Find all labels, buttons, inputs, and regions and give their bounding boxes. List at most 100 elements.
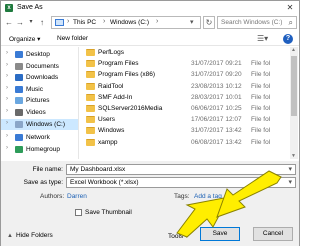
sidebar-item-label: Videos xyxy=(26,109,46,116)
network-icon xyxy=(15,134,23,142)
organize-button[interactable]: Organize ▾ xyxy=(9,35,40,43)
file-list-scrollbar[interactable]: ▲ ▼ xyxy=(290,47,298,159)
file-row[interactable]: Program Files 31/07/2017 09:21 File fol xyxy=(81,58,289,69)
forward-icon[interactable]: → xyxy=(15,17,25,28)
folder-icon xyxy=(86,71,95,79)
file-row[interactable]: Users 17/06/2017 12:07 File fol xyxy=(81,114,289,125)
authors-label: Authors: xyxy=(40,193,65,200)
file-row[interactable]: Program Files (x86) 31/07/2017 09:20 File … xyxy=(81,69,289,80)
help-icon[interactable]: ? xyxy=(283,34,293,44)
refresh-icon[interactable]: ↻ xyxy=(203,16,215,29)
save-type-label: Save as type: xyxy=(23,179,63,186)
pictures-icon xyxy=(15,97,23,105)
sidebar-item-label: Pictures xyxy=(26,97,50,105)
file-date: 06/06/2017 10:25 xyxy=(191,105,242,112)
sidebar-item-label: Desktop xyxy=(26,51,50,58)
file-name: RaidTool xyxy=(98,82,124,90)
file-name: Program Files (x86) xyxy=(98,71,156,79)
documents-icon xyxy=(15,62,23,70)
chevron-right-icon[interactable]: › xyxy=(6,96,8,102)
view-options-icon[interactable]: ☰▾ xyxy=(257,34,268,43)
authors-value[interactable]: Darren xyxy=(67,193,87,200)
save-type-value: Excel Workbook (*.xlsx) xyxy=(70,179,139,186)
sidebar-item[interactable]: › Homegroup xyxy=(1,144,78,155)
chevron-right-icon[interactable]: › xyxy=(6,108,8,114)
new-folder-button[interactable]: New folder xyxy=(57,35,88,42)
up-icon[interactable]: ↑ xyxy=(37,17,47,28)
this-pc-icon xyxy=(55,19,64,26)
file-name: Program Files xyxy=(98,60,139,68)
navigation-pane: › Desktop › Documents › Downloads › Music › Pictu… xyxy=(1,47,79,159)
save-form: File name: My Dashboard.xlsx ▾ Save as t… xyxy=(1,161,299,246)
save-type-select[interactable]: Excel Workbook (*.xlsx) ▾ xyxy=(66,177,296,188)
sidebar-item[interactable]: › Downloads xyxy=(1,72,78,83)
breadcrumb-this-pc[interactable]: This PC xyxy=(73,19,96,26)
file-date: 06/08/2017 13:42 xyxy=(191,138,242,146)
back-icon[interactable]: ← xyxy=(4,17,14,28)
music-icon xyxy=(15,85,23,93)
excel-icon: x xyxy=(5,4,13,12)
sidebar-item[interactable]: › Network xyxy=(1,132,78,143)
file-name-value: My Dashboard.xlsx xyxy=(70,166,126,173)
save-as-dialog: x Save As ✕ ← → ▾ ↑ › This PC › Windows … xyxy=(0,0,300,246)
sidebar-item[interactable]: › Documents xyxy=(1,61,78,72)
close-icon[interactable]: ✕ xyxy=(285,2,295,13)
homegroup-icon xyxy=(15,145,23,153)
file-row[interactable]: PerfLogs xyxy=(81,47,289,58)
file-name-field[interactable]: My Dashboard.xlsx ▾ xyxy=(66,164,296,175)
breadcrumb-separator-icon: › xyxy=(156,18,159,25)
search-input[interactable]: Search Windows (C:) ⌕ xyxy=(217,16,297,29)
folder-icon xyxy=(86,116,95,124)
folder-icon xyxy=(86,93,95,101)
sidebar-item[interactable]: › Windows (C:) xyxy=(1,118,78,130)
file-type: File fol xyxy=(251,82,271,90)
chevron-right-icon[interactable]: › xyxy=(6,62,8,68)
file-row[interactable]: SQLServer2016Media 06/06/2017 10:25 File f… xyxy=(81,103,289,114)
file-row[interactable]: xampp 06/08/2017 13:42 File fol xyxy=(81,137,289,148)
sidebar-item[interactable]: › Music xyxy=(1,84,78,95)
sidebar-item-label: Network xyxy=(26,134,50,142)
file-row[interactable]: RaidTool 23/08/2013 10:12 File fol xyxy=(81,81,289,92)
save-thumbnail-checkbox[interactable] xyxy=(75,209,82,216)
dialog-title: Save As xyxy=(17,4,43,11)
tools-button[interactable]: Tools ▾ xyxy=(168,232,188,240)
address-dropdown-icon[interactable]: ▾ xyxy=(190,18,194,26)
drive-icon xyxy=(15,120,23,128)
address-bar[interactable]: › This PC › Windows (C:) › ▾ xyxy=(51,16,201,29)
chevron-right-icon[interactable]: › xyxy=(6,145,8,151)
scroll-up-icon[interactable]: ▲ xyxy=(291,47,296,53)
sidebar-item[interactable]: › Pictures xyxy=(1,95,78,106)
desktop-icon xyxy=(15,51,23,58)
cancel-button[interactable]: Cancel xyxy=(253,227,293,241)
file-name: Users xyxy=(98,116,115,124)
recent-locations-icon[interactable]: ▾ xyxy=(26,17,36,28)
sidebar-item-label: Homegroup xyxy=(26,145,60,153)
folder-icon xyxy=(86,82,95,90)
file-date: 31/07/2017 13:42 xyxy=(191,127,242,135)
scrollbar-thumb[interactable] xyxy=(291,56,297,116)
add-tag-link[interactable]: Add a tag xyxy=(194,193,222,200)
save-thumbnail-label[interactable]: Save Thumbnail xyxy=(85,209,132,216)
sidebar-item[interactable]: › Desktop xyxy=(1,49,78,60)
chevron-down-icon[interactable]: ▾ xyxy=(288,178,292,186)
file-type: File fol xyxy=(251,60,271,68)
file-row[interactable]: SMF Add-In 28/03/2017 10:01 File fol xyxy=(81,92,289,103)
chevron-right-icon[interactable]: › xyxy=(6,85,8,91)
chevron-right-icon[interactable]: › xyxy=(6,73,8,79)
chevron-right-icon[interactable]: › xyxy=(6,133,8,139)
scroll-down-icon[interactable]: ▼ xyxy=(291,153,296,159)
sidebar-item-label: Documents xyxy=(26,62,59,70)
title-bar: x Save As ✕ xyxy=(1,1,299,15)
chevron-right-icon[interactable]: › xyxy=(6,50,8,56)
file-row[interactable]: Windows 31/07/2017 13:42 File fol xyxy=(81,125,289,136)
breadcrumb-windows-c[interactable]: Windows (C:) xyxy=(110,19,149,26)
sidebar-item[interactable]: › Videos xyxy=(1,107,78,118)
chevron-down-icon[interactable]: ▾ xyxy=(288,165,292,173)
save-button[interactable]: Save xyxy=(200,227,240,241)
tags-label: Tags: xyxy=(174,193,190,200)
file-name: SMF Add-In xyxy=(98,93,133,101)
chevron-right-icon[interactable]: › xyxy=(6,120,8,126)
hide-folders-button[interactable]: ▲ Hide Folders xyxy=(7,232,53,239)
file-name-label: File name: xyxy=(32,166,63,173)
file-name: SQLServer2016Media xyxy=(98,105,163,112)
